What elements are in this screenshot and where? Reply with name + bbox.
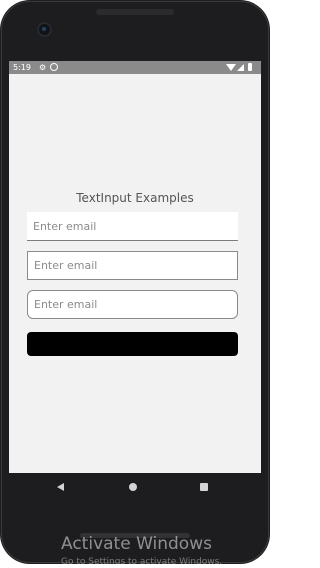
app-screen: 5:19 ⚙ TextInput Examples bbox=[9, 61, 261, 473]
sync-icon bbox=[50, 63, 58, 71]
battery-icon bbox=[248, 63, 252, 71]
phone-frame: 5:19 ⚙ TextInput Examples bbox=[0, 0, 270, 564]
submit-button[interactable] bbox=[27, 332, 238, 356]
recents-icon[interactable] bbox=[200, 483, 208, 491]
email-input-outlined[interactable] bbox=[27, 251, 238, 280]
cell-signal-icon bbox=[237, 64, 244, 71]
page-title: TextInput Examples bbox=[76, 191, 194, 205]
front-camera-icon bbox=[39, 24, 50, 35]
status-time: 5:19 bbox=[13, 63, 31, 72]
activate-windows-subtitle: Go to Settings to activate Windows. bbox=[61, 557, 223, 567]
back-icon[interactable] bbox=[57, 483, 64, 491]
activate-windows-watermark: Activate Windows bbox=[61, 534, 212, 554]
settings-gear-icon: ⚙ bbox=[39, 63, 47, 72]
status-bar: 5:19 ⚙ bbox=[9, 61, 261, 74]
earpiece-speaker bbox=[96, 9, 174, 15]
email-input-underline[interactable] bbox=[27, 212, 238, 241]
home-icon[interactable] bbox=[129, 483, 137, 491]
email-input-rounded[interactable] bbox=[27, 290, 238, 319]
wifi-icon bbox=[226, 64, 236, 71]
android-nav-bar bbox=[9, 473, 261, 503]
